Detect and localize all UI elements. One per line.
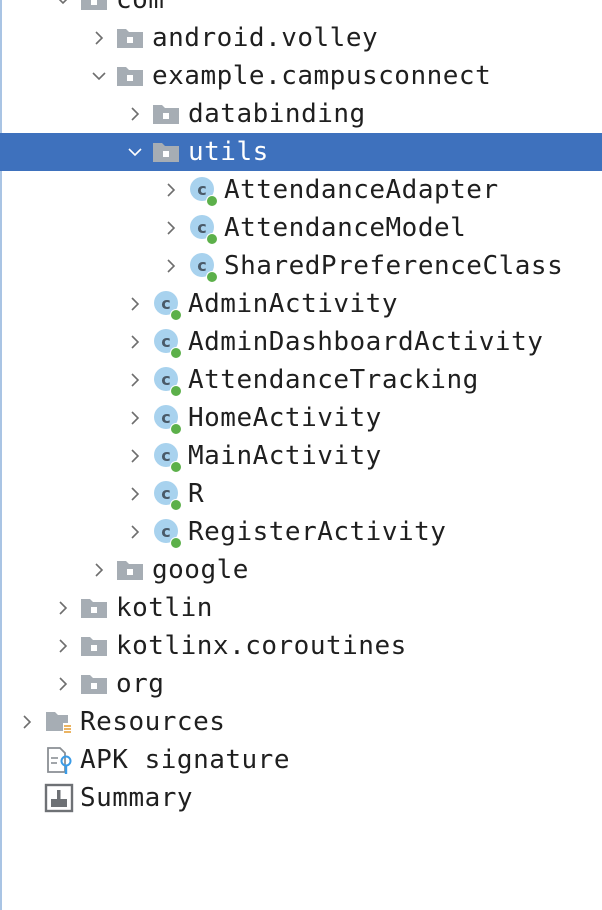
package-folder-icon [152, 99, 184, 129]
tree-item-label: AdminDashboardActivity [188, 327, 544, 357]
tree-item-label: Summary [80, 783, 194, 813]
tree-item-label: AttendanceModel [224, 213, 467, 243]
tree-item[interactable]: c AdminActivity [0, 285, 602, 323]
resources-icon [44, 707, 76, 737]
class-icon: c [152, 365, 184, 397]
tree-item-label: android.volley [152, 23, 379, 53]
tree-item-label: kotlinx.coroutines [116, 631, 407, 661]
tree-item[interactable]: c MainActivity [0, 437, 602, 475]
chevron-down-icon[interactable] [124, 141, 146, 163]
package-folder-icon [152, 137, 184, 167]
chevron-right-icon[interactable] [124, 103, 146, 125]
package-folder-icon [80, 631, 112, 661]
class-icon: c [152, 441, 184, 473]
tree-item[interactable]: c RegisterActivity [0, 513, 602, 551]
chevron-right-icon[interactable] [52, 635, 74, 657]
class-icon: c [188, 213, 220, 245]
chevron-right-icon[interactable] [160, 179, 182, 201]
tree-item-label: RegisterActivity [188, 517, 447, 547]
tree-item[interactable]: utils [0, 133, 602, 171]
package-folder-icon [116, 555, 148, 585]
apk-signature-icon [44, 745, 76, 775]
chevron-right-icon[interactable] [124, 407, 146, 429]
class-icon: c [152, 403, 184, 435]
tree-item[interactable]: databinding [0, 95, 602, 133]
tree-item[interactable]: example.campusconnect [0, 57, 602, 95]
package-folder-icon [80, 0, 112, 15]
package-folder-icon [116, 23, 148, 53]
tree-item-label: google [152, 555, 249, 585]
tree-item[interactable]: c AdminDashboardActivity [0, 323, 602, 361]
tree-item-label: kotlin [116, 593, 213, 623]
chevron-right-icon[interactable] [160, 255, 182, 277]
chevron-right-icon[interactable] [16, 711, 38, 733]
tree-item[interactable]: c HomeActivity [0, 399, 602, 437]
tree-item[interactable]: google [0, 551, 602, 589]
tree-item-label: databinding [188, 99, 366, 129]
tree-item-label: AttendanceTracking [188, 365, 479, 395]
chevron-right-icon[interactable] [124, 331, 146, 353]
class-icon: c [152, 517, 184, 549]
tree-item[interactable]: com [0, 0, 602, 19]
chevron-down-icon[interactable] [52, 0, 74, 11]
tree-item[interactable]: kotlin [0, 589, 602, 627]
chevron-right-icon[interactable] [124, 369, 146, 391]
tree-item[interactable]: android.volley [0, 19, 602, 57]
chevron-right-icon[interactable] [124, 521, 146, 543]
tree-item-label: MainActivity [188, 441, 382, 471]
chevron-right-icon[interactable] [88, 27, 110, 49]
chevron-right-icon[interactable] [52, 597, 74, 619]
chevron-down-icon[interactable] [88, 65, 110, 87]
tree-item[interactable]: c AttendanceAdapter [0, 171, 602, 209]
chevron-right-icon[interactable] [52, 673, 74, 695]
chevron-right-icon[interactable] [160, 217, 182, 239]
tree-item-label: AdminActivity [188, 289, 398, 319]
tree-item[interactable]: cR [0, 475, 602, 513]
chevron-right-icon[interactable] [124, 293, 146, 315]
tree-item[interactable]: APK signature [0, 741, 602, 779]
class-icon: c [188, 251, 220, 283]
tree-item[interactable]: Resources [0, 703, 602, 741]
package-folder-icon [80, 593, 112, 623]
tree-item-label: Resources [80, 707, 226, 737]
class-icon: c [152, 289, 184, 321]
chevron-right-icon[interactable] [124, 445, 146, 467]
tree-item-label: AttendanceAdapter [224, 175, 499, 205]
class-icon: c [188, 175, 220, 207]
tree-item-label: example.campusconnect [152, 61, 492, 91]
tree-item-label: utils [188, 137, 269, 167]
tree-item[interactable]: Summary [0, 779, 602, 817]
tree-item-label: org [116, 669, 165, 699]
tree-item-label: HomeActivity [188, 403, 382, 433]
package-folder-icon [80, 669, 112, 699]
tree-item[interactable]: org [0, 665, 602, 703]
tree-item[interactable]: c AttendanceModel [0, 209, 602, 247]
project-tree[interactable]: com android.volley example.campusconnect… [0, 0, 602, 817]
tree-item-label: com [116, 0, 165, 15]
package-folder-icon [116, 61, 148, 91]
tree-item[interactable]: c AttendanceTracking [0, 361, 602, 399]
chevron-right-icon[interactable] [88, 559, 110, 581]
chevron-right-icon[interactable] [124, 483, 146, 505]
tree-item-label: APK signature [80, 745, 290, 775]
class-icon: c [152, 327, 184, 359]
class-icon: c [152, 479, 184, 511]
summary-icon [44, 783, 76, 813]
tree-item[interactable]: kotlinx.coroutines [0, 627, 602, 665]
tree-item-label: R [188, 479, 205, 509]
tree-item[interactable]: c SharedPreferenceClass [0, 247, 602, 285]
tree-item-label: SharedPreferenceClass [224, 251, 564, 281]
